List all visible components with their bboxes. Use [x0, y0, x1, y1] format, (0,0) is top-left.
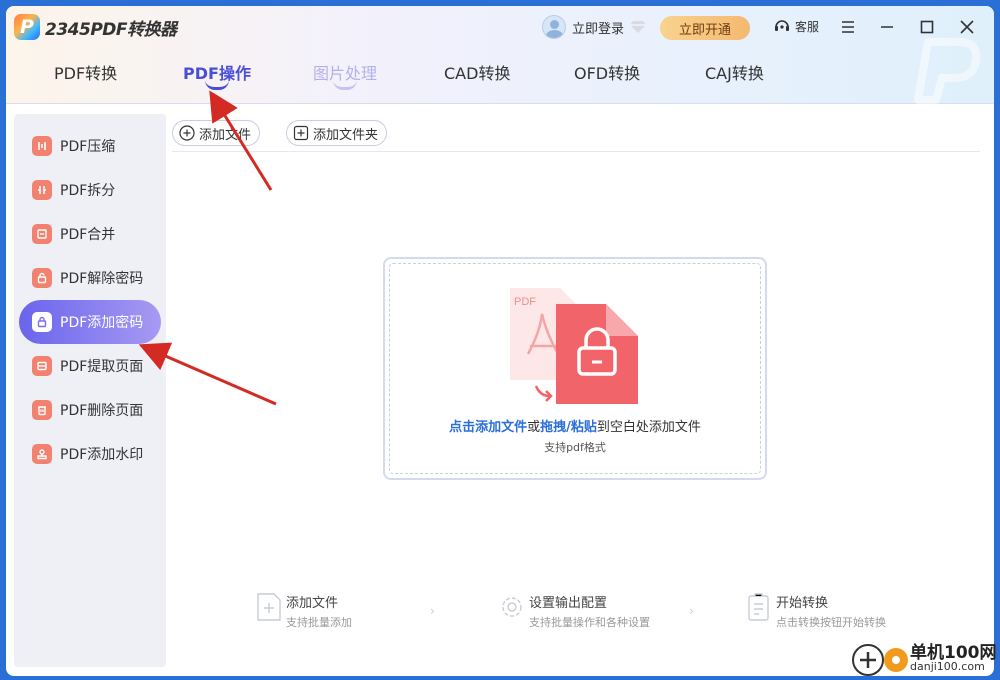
- site-url: danji100.com: [910, 660, 985, 673]
- annotation-arrows: [138, 90, 277, 406]
- annotation-arrow-sidebar: [138, 342, 277, 406]
- annotation-arrow-tab: [209, 90, 273, 191]
- site-watermark: 单机100网 danji100.com: [850, 636, 1000, 680]
- site-logo-icon: [852, 644, 908, 676]
